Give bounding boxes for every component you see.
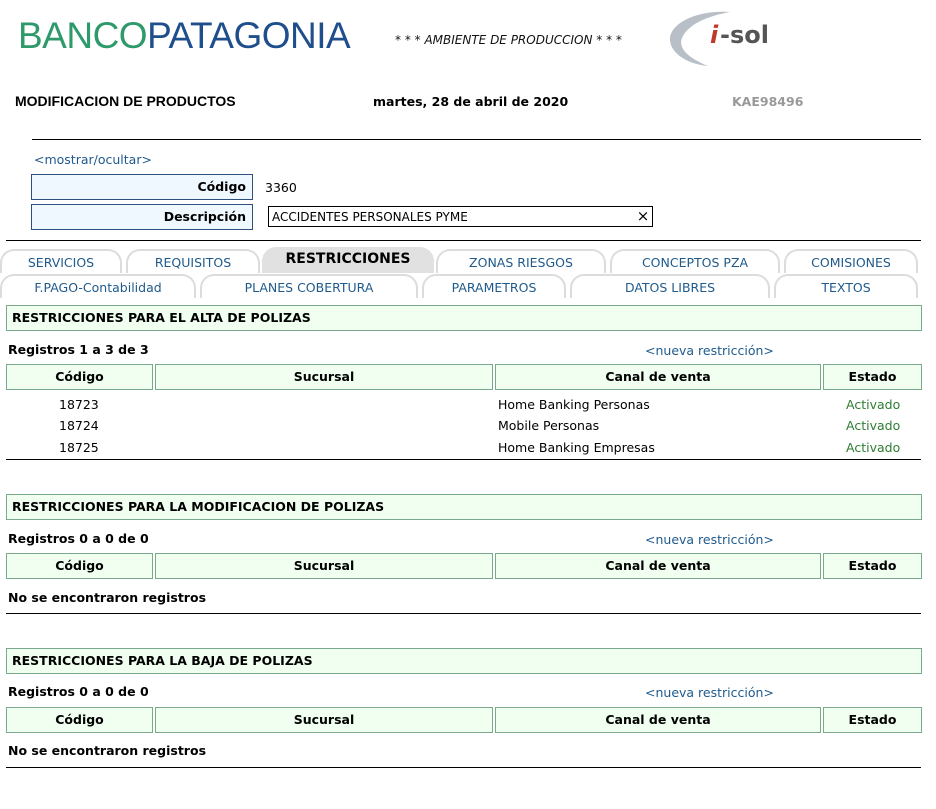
column-header-codigo[interactable]: Código [6, 707, 153, 733]
cell-canal: Home Banking Personas [498, 397, 650, 412]
toggle-show-hide-link[interactable]: <mostrar/ocultar> [34, 152, 152, 167]
codigo-label: Código [31, 174, 253, 200]
column-header-estado[interactable]: Estado [823, 364, 922, 390]
column-header-sucursal[interactable]: Sucursal [155, 364, 493, 390]
logo-text-patagonia: PATAGONIA [147, 15, 351, 56]
cell-estado: Activado [846, 440, 901, 455]
cell-codigo: 18724 [59, 418, 99, 433]
tab-planes-cobertura[interactable]: PLANES COBERTURA [200, 274, 418, 298]
divider [6, 613, 921, 614]
new-restriction-link[interactable]: <nueva restricción> [645, 343, 774, 358]
descripcion-input[interactable]: ACCIDENTES PERSONALES PYME [268, 206, 653, 227]
cell-codigo: 18723 [59, 397, 99, 412]
cell-codigo: 18725 [59, 440, 99, 455]
section-header-alta: RESTRICCIONES PARA EL ALTA DE POLIZAS [6, 305, 922, 331]
column-header-canal[interactable]: Canal de venta [495, 553, 821, 579]
clear-icon[interactable]: × [634, 206, 652, 227]
tab-parametros[interactable]: PARAMETROS [422, 274, 566, 298]
descripcion-label: Descripción [31, 204, 253, 230]
divider [32, 139, 921, 140]
records-count: Registros 1 a 3 de 3 [8, 342, 149, 357]
no-records-message: No se encontraron registros [8, 743, 207, 758]
tab-comisiones[interactable]: COMISIONES [784, 249, 918, 273]
records-count: Registros 0 a 0 de 0 [8, 684, 149, 699]
divider [6, 459, 921, 460]
svg-text:-sol: -sol [720, 21, 769, 49]
cell-estado: Activado [846, 418, 901, 433]
no-records-message: No se encontraron registros [8, 590, 207, 605]
column-header-sucursal[interactable]: Sucursal [155, 707, 493, 733]
isol-logo: i -sol [668, 8, 778, 68]
tab-datos-libres[interactable]: DATOS LIBRES [570, 274, 770, 298]
column-header-sucursal[interactable]: Sucursal [155, 553, 493, 579]
tab-conceptos-pza[interactable]: CONCEPTOS PZA [610, 249, 780, 273]
tab-fpago-contabilidad[interactable]: F.PAGO-Contabilidad [0, 274, 196, 298]
section-header-modificacion: RESTRICCIONES PARA LA MODIFICACION DE PO… [6, 494, 922, 520]
column-header-canal[interactable]: Canal de venta [495, 707, 821, 733]
tab-requisitos[interactable]: REQUISITOS [126, 249, 260, 273]
page-title: MODIFICACION DE PRODUCTOS [15, 93, 236, 109]
current-date: martes, 28 de abril de 2020 [373, 94, 569, 109]
user-id: KAE98496 [732, 94, 804, 109]
tab-restricciones[interactable]: RESTRICCIONES [262, 247, 434, 273]
tab-zonas-riesgos[interactable]: ZONAS RIESGOS [436, 249, 606, 273]
logo-text-banco: BANCO [18, 15, 148, 56]
banco-patagonia-logo: BANCOPATAGONIA [18, 14, 351, 58]
environment-label: * * * AMBIENTE DE PRODUCCION * * * [395, 33, 622, 47]
cell-canal: Mobile Personas [498, 418, 600, 433]
cell-estado: Activado [846, 397, 901, 412]
tab-servicios[interactable]: SERVICIOS [0, 249, 122, 273]
records-count: Registros 0 a 0 de 0 [8, 531, 149, 546]
column-header-codigo[interactable]: Código [6, 364, 153, 390]
divider [6, 767, 921, 768]
section-header-baja: RESTRICCIONES PARA LA BAJA DE POLIZAS [6, 648, 922, 674]
codigo-value: 3360 [265, 180, 297, 195]
svg-text:i: i [710, 21, 719, 49]
column-header-codigo[interactable]: Código [6, 553, 153, 579]
tab-textos[interactable]: TEXTOS [774, 274, 918, 298]
divider [6, 240, 921, 241]
column-header-estado[interactable]: Estado [823, 707, 922, 733]
cell-canal: Home Banking Empresas [498, 440, 655, 455]
column-header-canal[interactable]: Canal de venta [495, 364, 821, 390]
column-header-estado[interactable]: Estado [823, 553, 922, 579]
new-restriction-link[interactable]: <nueva restricción> [645, 532, 774, 547]
new-restriction-link[interactable]: <nueva restricción> [645, 685, 774, 700]
